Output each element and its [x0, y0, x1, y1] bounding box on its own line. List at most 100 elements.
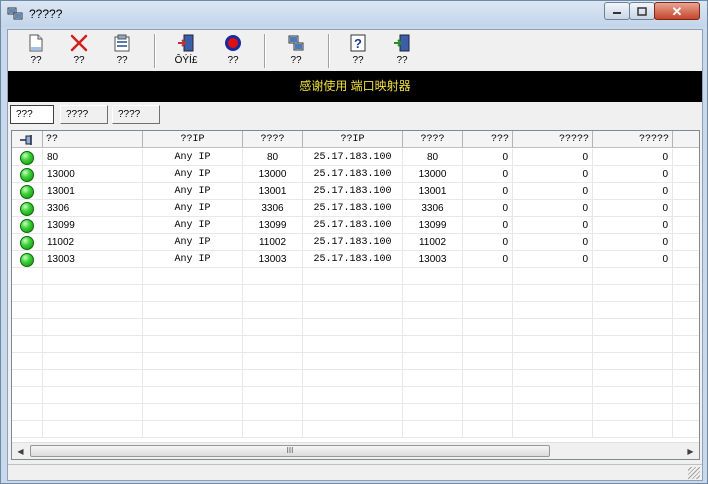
empty-cell [513, 353, 593, 370]
empty-cell [143, 353, 243, 370]
toolbar-exit-button[interactable]: ?? [382, 33, 422, 69]
empty-cell [12, 319, 43, 336]
table-cell: Any IP [143, 183, 243, 200]
table-cell: Any IP [143, 217, 243, 234]
maximize-icon [637, 6, 647, 16]
table-row[interactable]: 13000 Any IP 13000 25.17.183.100 13000 0 0 0 [12, 166, 699, 183]
status-cell [12, 234, 43, 251]
empty-cell [243, 268, 303, 285]
table-cell: 25.17.183.100 [303, 149, 403, 166]
title-bar[interactable]: ????? ✕ [1, 1, 707, 27]
empty-cell [403, 404, 463, 421]
toolbar-pause-button[interactable]: ÔÝÍ£ [166, 33, 206, 69]
empty-cell [43, 302, 143, 319]
header-status-cell[interactable] [12, 131, 43, 148]
table-cell-filler [673, 166, 699, 183]
close-icon: ✕ [671, 3, 683, 19]
empty-cell [593, 421, 673, 438]
empty-cell [303, 285, 403, 302]
tab-2[interactable]: ???? [60, 105, 108, 124]
empty-cell [303, 353, 403, 370]
empty-cell [403, 268, 463, 285]
table-cell-filler [673, 183, 699, 200]
table-cell: 25.17.183.100 [303, 217, 403, 234]
table-cell: 0 [513, 183, 593, 200]
toolbar-help-button[interactable]: ? ?? [338, 33, 378, 69]
empty-cell [513, 268, 593, 285]
empty-cell [303, 302, 403, 319]
toolbar-delete-button[interactable]: ?? [59, 33, 99, 69]
empty-table-row [12, 370, 699, 387]
scrollbar-thumb[interactable]: III [30, 445, 550, 457]
column-header[interactable]: ????? [593, 131, 673, 148]
empty-cell [403, 387, 463, 404]
scroll-left-arrow[interactable]: ◀ [12, 443, 29, 459]
help-icon: ? [350, 34, 366, 52]
tab-1[interactable]: ??? [10, 105, 54, 124]
stop-record-icon [225, 35, 241, 51]
table-row[interactable]: 13001 Any IP 13001 25.17.183.100 13001 0 0 0 [12, 183, 699, 200]
empty-cell [43, 353, 143, 370]
empty-cell [463, 421, 513, 438]
table-cell: 0 [513, 251, 593, 268]
table-cell-filler [673, 200, 699, 217]
maximize-button[interactable] [629, 2, 655, 20]
empty-cell [303, 319, 403, 336]
table-cell: 25.17.183.100 [303, 200, 403, 217]
table-cell: 13000 [243, 166, 303, 183]
table-cell: 13003 [43, 251, 143, 268]
toolbar-exit-label: ?? [396, 55, 408, 66]
empty-cell [403, 302, 463, 319]
table-row[interactable]: 11002 Any IP 11002 25.17.183.100 11002 0 0 0 [12, 234, 699, 251]
column-header[interactable]: ???? [243, 131, 303, 148]
column-header[interactable]: ?? [43, 131, 143, 148]
tab-3[interactable]: ???? [112, 105, 160, 124]
toolbar-properties-button[interactable]: ?? [102, 33, 142, 69]
table-row[interactable]: 80 Any IP 80 25.17.183.100 80 0 0 0 [12, 149, 699, 166]
column-header[interactable]: ????? [513, 131, 593, 148]
column-header[interactable]: ??IP [143, 131, 243, 148]
table-cell: 0 [513, 149, 593, 166]
empty-cell [12, 421, 43, 438]
empty-cell [513, 285, 593, 302]
empty-cell [243, 319, 303, 336]
empty-table-row [12, 302, 699, 319]
resize-grip-icon[interactable] [688, 467, 700, 479]
table-row[interactable]: 13003 Any IP 13003 25.17.183.100 13003 0 0 0 [12, 251, 699, 268]
table-cell: 0 [513, 200, 593, 217]
new-document-icon [29, 34, 43, 52]
empty-cell [463, 336, 513, 353]
close-button[interactable]: ✕ [654, 2, 700, 20]
table-cell: 25.17.183.100 [303, 234, 403, 251]
column-header[interactable]: ???? [403, 131, 463, 148]
column-header[interactable]: ??? [463, 131, 513, 148]
empty-cell [43, 387, 143, 404]
empty-cell [673, 421, 699, 438]
toolbar-new-button[interactable]: ?? [16, 33, 56, 69]
toolbar-stop-button[interactable]: ?? [213, 33, 253, 69]
port-mapping-table[interactable]: ?? ??IP ???? ??IP ???? ??? ????? ????? 8… [11, 130, 700, 460]
empty-cell [243, 336, 303, 353]
status-green-icon [20, 150, 34, 165]
toolbar-network-button[interactable]: ?? [276, 33, 316, 69]
empty-cell [463, 319, 513, 336]
table-cell-filler [673, 251, 699, 268]
table-row[interactable]: 13099 Any IP 13099 25.17.183.100 13099 0 0 0 [12, 217, 699, 234]
column-header[interactable]: ??IP [303, 131, 403, 148]
empty-cell [143, 421, 243, 438]
empty-cell [593, 370, 673, 387]
empty-cell [143, 370, 243, 387]
scroll-right-arrow[interactable]: ▶ [682, 443, 699, 459]
table-cell: 0 [513, 166, 593, 183]
empty-cell [463, 370, 513, 387]
horizontal-scrollbar[interactable]: ◀ III ▶ [12, 442, 699, 459]
empty-cell [593, 319, 673, 336]
table-row[interactable]: 3306 Any IP 3306 25.17.183.100 3306 0 0 0 [12, 200, 699, 217]
empty-cell [593, 285, 673, 302]
empty-cell [43, 421, 143, 438]
minimize-button[interactable] [604, 2, 630, 20]
toolbar-separator [328, 34, 330, 68]
table-cell: Any IP [143, 251, 243, 268]
status-cell [12, 149, 43, 166]
empty-cell [303, 421, 403, 438]
